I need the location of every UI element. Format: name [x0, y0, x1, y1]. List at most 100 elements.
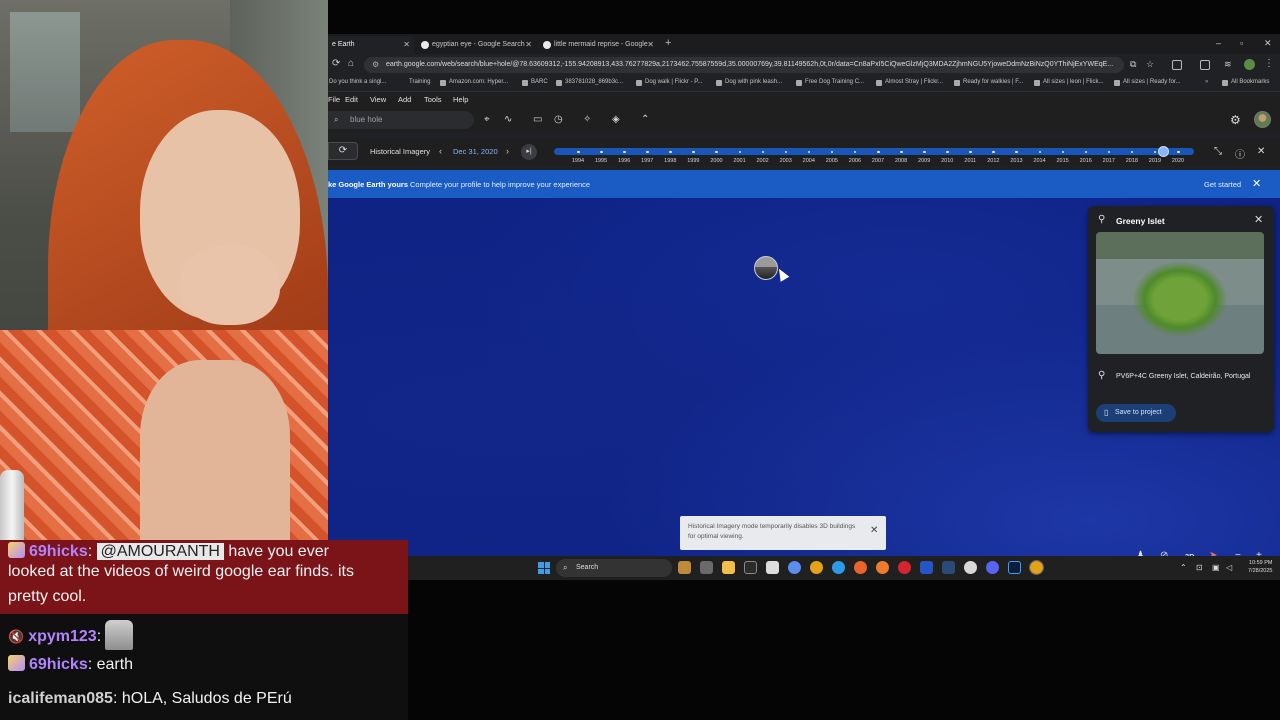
profile-avatar[interactable] [1244, 59, 1255, 70]
get-started-button[interactable]: Get started [1204, 180, 1241, 189]
bookmark[interactable]: Dog with pink leash... [716, 79, 782, 86]
firefox-icon[interactable] [876, 561, 889, 574]
timeline-year-label[interactable]: 2020 [1172, 158, 1184, 164]
timeline-year-label[interactable]: 2009 [918, 158, 930, 164]
bookmark[interactable]: Do you think a singl... [328, 79, 386, 85]
bookmark[interactable]: Almost Stray | Flickr... [876, 79, 943, 86]
discord-icon[interactable] [986, 561, 999, 574]
sidepanel-icon[interactable] [1200, 60, 1210, 70]
chevron-left-icon[interactable]: ‹ [439, 146, 442, 156]
all-bookmarks[interactable]: All Bookmarks [1222, 79, 1269, 86]
site-info-icon[interactable]: ⚙ [372, 57, 379, 73]
copilot-icon[interactable] [788, 561, 801, 574]
close-icon[interactable]: ✕ [1252, 177, 1261, 190]
menu-file[interactable]: File [328, 95, 340, 104]
chat-username[interactable]: 69hicks [29, 656, 88, 673]
timeline-year-label[interactable]: 2008 [895, 158, 907, 164]
widget-icon[interactable] [678, 561, 691, 574]
jump-to-latest-icon[interactable]: ▸| [521, 144, 537, 160]
reload-icon[interactable]: ⟳ [332, 58, 340, 69]
bookmark[interactable]: BARC [522, 79, 548, 86]
gear-icon[interactable]: ⚙ [1230, 113, 1241, 127]
opera-icon[interactable] [898, 561, 911, 574]
brave-icon[interactable] [854, 561, 867, 574]
minimize-icon[interactable]: – [1216, 38, 1221, 48]
menu-view[interactable]: View [370, 95, 386, 104]
edge-icon[interactable] [832, 561, 845, 574]
address-bar[interactable]: ⚙ earth.google.com/web/search/blue+hole/… [364, 57, 1124, 73]
timeline-year-label[interactable]: 2007 [872, 158, 884, 164]
timeline-year-label[interactable]: 2002 [756, 158, 768, 164]
layers-icon[interactable]: ◈ [612, 114, 620, 126]
timeline-year-label[interactable]: 2013 [1010, 158, 1022, 164]
bookmark[interactable]: Ready for walkies | F... [954, 79, 1023, 86]
timeline-year-label[interactable]: 2003 [780, 158, 792, 164]
tab-little-mermaid[interactable]: little mermaid reprise - Google ✕ [540, 36, 658, 54]
store-icon[interactable] [766, 561, 779, 574]
close-window-icon[interactable]: ✕ [1264, 38, 1272, 49]
save-to-project-button[interactable]: ▯ Save to project [1096, 404, 1176, 422]
timeline-year-label[interactable]: 2014 [1033, 158, 1045, 164]
volume-icon[interactable]: ◁ [1226, 563, 1232, 572]
timeline-year-label[interactable]: 2006 [849, 158, 861, 164]
chat-username[interactable]: 69hicks [29, 543, 88, 560]
star-icon[interactable]: ☆ [1146, 59, 1154, 70]
kebab-menu-icon[interactable]: ⋮ [1264, 58, 1274, 69]
network-icon[interactable]: ▣ [1212, 563, 1220, 572]
help-icon[interactable]: ⓘ [1235, 146, 1245, 161]
bookmark[interactable]: Training [400, 79, 430, 85]
historical-date[interactable]: Dec 31, 2020 [453, 147, 498, 156]
chat-username[interactable]: xpym123 [28, 628, 97, 645]
timeline-year-label[interactable]: 1999 [687, 158, 699, 164]
close-icon[interactable]: ✕ [403, 36, 410, 54]
maximize-icon[interactable]: ▫ [1240, 38, 1243, 48]
chrome-icon[interactable] [810, 561, 823, 574]
chevron-up-icon[interactable]: ⌃ [641, 114, 649, 126]
timeline-year-label[interactable]: 2011 [964, 158, 976, 164]
task-view-icon[interactable] [700, 561, 713, 574]
chat-username[interactable]: icalifeman085 [8, 690, 113, 707]
timeline-year-label[interactable]: 2005 [826, 158, 838, 164]
collapse-icon[interactable]: ⤡ [1214, 146, 1222, 157]
avatar[interactable] [1254, 111, 1271, 128]
home-icon[interactable]: ⌂ [348, 58, 354, 69]
close-icon[interactable]: ✕ [647, 36, 654, 54]
tab-egyptian-eye[interactable]: egyptian eye - Google Search ✕ [418, 36, 536, 54]
timeline-year-label[interactable]: 1995 [595, 158, 607, 164]
timeline-year-label[interactable]: 1996 [618, 158, 630, 164]
app-icon[interactable] [964, 561, 977, 574]
windows-start-icon[interactable] [538, 562, 550, 574]
historical-imagery-icon[interactable]: ◷ [554, 114, 563, 126]
close-icon[interactable]: ✕ [870, 525, 878, 536]
add-path-icon[interactable]: ∿ [504, 114, 512, 126]
chevron-right-icon[interactable]: › [506, 146, 509, 156]
photoshop-icon[interactable] [1008, 561, 1021, 574]
menu-add[interactable]: Add [398, 95, 411, 104]
file-explorer-icon[interactable] [722, 561, 735, 574]
bookmark[interactable]: All sizes | leon | Flick... [1034, 79, 1103, 86]
terminal-icon[interactable] [744, 561, 757, 574]
timeline-year-label[interactable]: 1994 [572, 158, 584, 164]
timeline-year-label[interactable]: 2004 [803, 158, 815, 164]
new-tab-icon[interactable]: + [665, 37, 671, 49]
timeline-thumb[interactable] [1158, 146, 1169, 157]
extensions-icon[interactable] [1172, 60, 1182, 70]
timeline-year-label[interactable]: 2001 [733, 158, 745, 164]
measure-icon[interactable]: ▭ [533, 114, 542, 126]
tray-app-icon[interactable]: ⊡ [1196, 563, 1203, 572]
close-icon[interactable]: ✕ [1254, 213, 1263, 226]
timeline-year-label[interactable]: 2019 [1149, 158, 1161, 164]
profile-menu-icon[interactable]: ≋ [1224, 59, 1232, 70]
close-icon[interactable]: ✕ [525, 36, 532, 54]
timeline-year-label[interactable]: 2000 [710, 158, 722, 164]
menu-edit[interactable]: Edit [345, 95, 358, 104]
timeline-year-label[interactable]: 1998 [664, 158, 676, 164]
timeline-year-label[interactable]: 2016 [1080, 158, 1092, 164]
voyager-icon[interactable]: ✧ [583, 114, 591, 126]
menu-help[interactable]: Help [453, 95, 468, 104]
bookmark[interactable]: 383781028_869b3c... [556, 79, 623, 86]
timeline-year-label[interactable]: 2017 [1103, 158, 1115, 164]
timeline-year-label[interactable]: 2012 [987, 158, 999, 164]
more-bookmarks-icon[interactable]: » [1196, 79, 1208, 85]
close-icon[interactable]: ✕ [1257, 146, 1265, 157]
